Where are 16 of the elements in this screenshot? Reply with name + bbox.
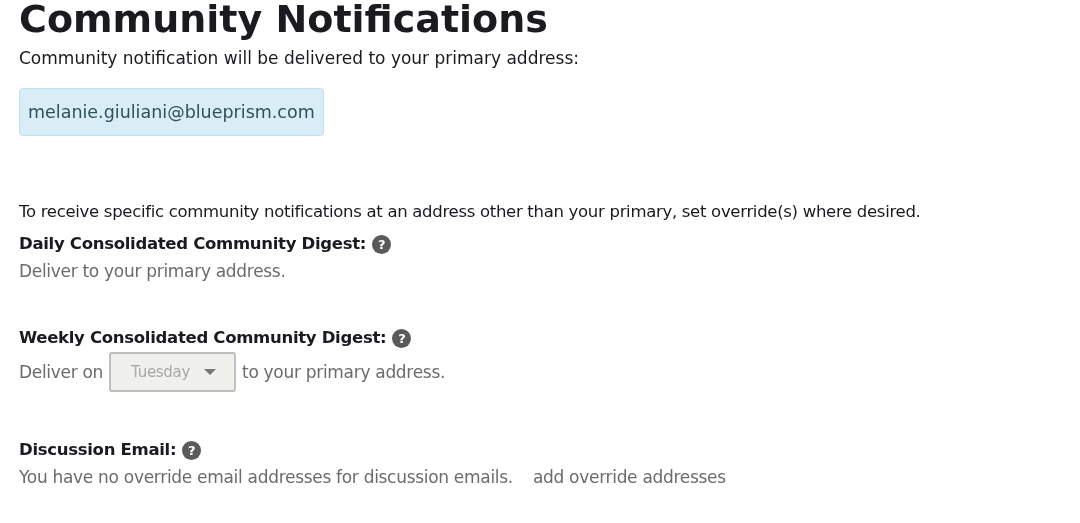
section-heading: Daily Consolidated Community Digest:: [19, 233, 367, 255]
section-text: to your primary address.: [242, 361, 446, 384]
page-title: Community Notifications: [19, 0, 549, 42]
primary-email: melanie.giuliani@blueprism.com: [19, 88, 324, 136]
section-text: Deliver on: [19, 361, 104, 384]
help-icon[interactable]: ?: [182, 440, 202, 460]
help-icon[interactable]: ?: [392, 328, 412, 348]
add-override-link[interactable]: add override addresses: [532, 464, 726, 490]
section-text: Deliver to your primary address.: [19, 260, 286, 283]
help-icon[interactable]: ?: [372, 234, 392, 254]
section-text: You have no override email addresses for discussion emails.: [19, 466, 513, 489]
override-note: To receive specific community notifications at an address other than your primary, set override(s) where desired.: [19, 201, 922, 223]
section-heading: Weekly Consolidated Community Digest:: [19, 327, 387, 349]
intro-text: Community notification will be delivered to your primary address:: [19, 47, 580, 70]
section-heading: Discussion Email:: [19, 439, 177, 461]
caret-icon: [204, 369, 217, 375]
